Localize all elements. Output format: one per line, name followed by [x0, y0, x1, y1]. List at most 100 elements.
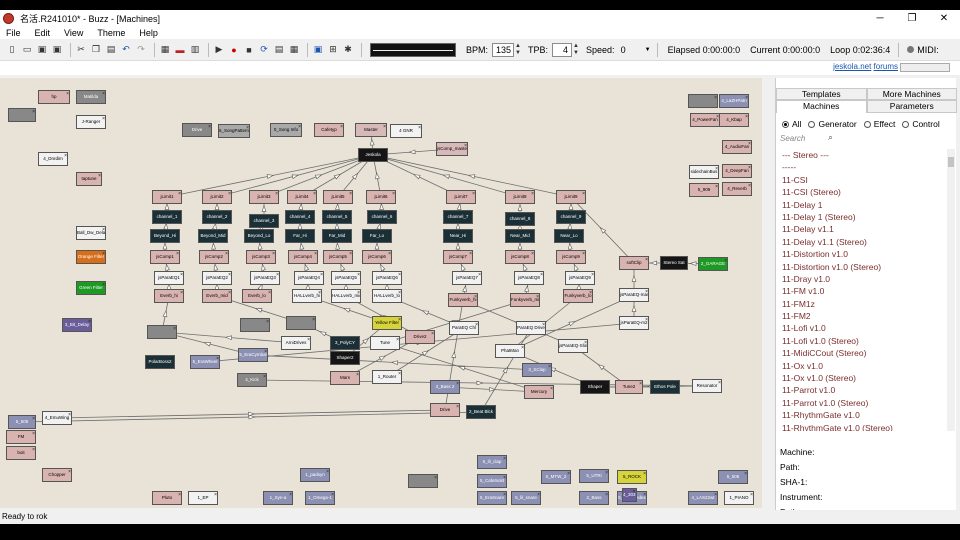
wire-arrow-icon[interactable] — [298, 202, 304, 211]
wire-arrow-icon[interactable] — [524, 284, 529, 293]
close-icon[interactable]: × — [384, 149, 387, 158]
machine-node[interactable]: Everb_lo × — [242, 289, 272, 303]
machine-node[interactable]: jLimit3 × — [249, 190, 279, 204]
close-icon[interactable]: × — [434, 475, 437, 484]
machine-node[interactable]: 5_505 × — [718, 470, 748, 484]
machine-node[interactable]: jLimit5 × — [323, 190, 353, 204]
machine-list-item[interactable]: 11-FM1z — [780, 298, 947, 310]
close-icon[interactable]: × — [531, 230, 534, 239]
wire-arrow-icon[interactable] — [476, 380, 484, 386]
machine-node[interactable]: Near_Mid × — [505, 229, 535, 243]
wire-arrow-icon[interactable] — [255, 308, 263, 313]
wire-arrow-icon[interactable] — [380, 263, 386, 272]
machine-list-item[interactable]: 11-Delay 1 (Stereo) — [780, 211, 947, 223]
wire-arrow-icon[interactable] — [631, 304, 637, 312]
wire-arrow-icon[interactable] — [408, 149, 416, 155]
machine-node[interactable]: Green Filter × — [76, 281, 106, 295]
close-icon[interactable]: × — [750, 492, 753, 501]
machine-list-item[interactable]: 11-Parrot v1.0 (Stereo) — [780, 397, 947, 409]
machine-node[interactable]: Funkyverb_hi × — [448, 293, 478, 307]
machine-node[interactable]: Far_Mid × — [322, 229, 352, 243]
copy-icon[interactable]: ❐ — [90, 44, 102, 56]
close-icon[interactable]: × — [228, 290, 231, 299]
close-icon[interactable]: × — [550, 386, 553, 395]
scrollbar-thumb[interactable] — [948, 157, 954, 167]
machine-node[interactable]: 4_LAS22wt × — [688, 491, 718, 505]
machine-list-item[interactable]: 11-FM v1.0 — [780, 285, 947, 297]
settings-icon[interactable]: ✱ — [342, 44, 354, 56]
close-icon[interactable]: × — [503, 475, 506, 484]
machine-node[interactable]: jsComp9 × — [556, 250, 586, 264]
machine-node[interactable]: 4_Dnrdim × — [38, 152, 68, 166]
open-folder-icon[interactable]: ▭ — [21, 44, 33, 56]
machine-node[interactable]: Chopper × — [42, 468, 72, 482]
paste-icon[interactable]: ▤ — [105, 44, 117, 56]
machine-node[interactable]: jsComp8 × — [505, 250, 535, 264]
machine-node[interactable]: 1_PIANO × — [724, 491, 754, 505]
machine-node[interactable]: softClip × — [619, 256, 649, 270]
machine-node[interactable]: jsParaEQ-m2 × — [619, 316, 649, 330]
machine-list-item[interactable]: 11-Lofi v1.0 — [780, 322, 947, 334]
wire-arrow-icon[interactable] — [299, 242, 305, 250]
machine-node[interactable]: × — [688, 94, 718, 108]
wire-arrow-icon[interactable] — [573, 263, 579, 272]
close-icon[interactable]: × — [102, 91, 105, 100]
machine-node[interactable]: ParaEQ Drive × — [516, 321, 546, 335]
jeskola-link[interactable]: jeskola.net — [833, 62, 871, 71]
tab-more-machines[interactable]: More Machines — [866, 88, 957, 100]
close-icon[interactable]: × — [393, 211, 396, 220]
wire-arrow-icon[interactable] — [458, 366, 466, 371]
machine-node[interactable]: jLimit4 × — [287, 190, 317, 204]
undo-icon[interactable]: ↶ — [120, 44, 132, 56]
machine-node[interactable]: jsParaEQ6 × — [372, 271, 402, 285]
machine-node[interactable]: sidechainBus × — [689, 165, 719, 179]
machine-node[interactable]: boit × — [6, 446, 36, 460]
play-icon[interactable]: ▶ — [213, 44, 225, 56]
machine-node[interactable]: 5_lil_snare × — [511, 491, 541, 505]
machine-node[interactable]: HALLverb_lo × — [372, 289, 402, 303]
machine-node[interactable]: jsParaEQ5 × — [331, 271, 361, 285]
machine-node[interactable]: 6_SongPattern × — [218, 124, 250, 138]
close-icon[interactable]: × — [633, 489, 636, 498]
close-icon[interactable]: × — [32, 109, 35, 118]
close-icon[interactable]: × — [398, 290, 401, 299]
close-icon[interactable]: × — [312, 317, 315, 326]
wire-arrow-icon[interactable] — [162, 242, 168, 250]
machine-list-item[interactable]: 11-Delay v1.1 (Stereo) — [780, 236, 947, 248]
close-icon[interactable]: × — [225, 251, 228, 260]
wire-arrow-icon[interactable] — [689, 261, 697, 266]
wire-arrow-icon[interactable] — [568, 321, 576, 327]
machine-list-item[interactable]: 11-Delay v1.1 — [780, 223, 947, 235]
machine-list-item[interactable]: --- Stereo --- — [780, 149, 947, 161]
close-icon[interactable]: × — [266, 319, 269, 328]
close-icon[interactable]: × — [714, 492, 717, 501]
close-icon[interactable]: × — [32, 447, 35, 456]
wire-arrow-icon[interactable] — [567, 242, 573, 250]
machine-node[interactable]: jsParaEQ3 × — [250, 271, 280, 285]
close-icon[interactable]: × — [531, 251, 534, 260]
close-icon[interactable]: × — [178, 191, 181, 200]
machine-node[interactable]: jsParaEQ1 × — [154, 271, 184, 285]
close-icon[interactable]: × — [178, 492, 181, 501]
machine-node[interactable]: channel_2 × — [202, 210, 232, 224]
machine-node[interactable]: Matilda × — [76, 90, 106, 104]
close-icon[interactable]: × — [276, 272, 279, 281]
machine-list-item[interactable]: 11-RhythmGate v1.0 (Stereo) — [780, 422, 947, 431]
close-icon[interactable]: × — [102, 282, 105, 291]
close-icon[interactable]: × — [582, 211, 585, 220]
machine-node[interactable]: FM × — [6, 430, 36, 444]
machine-list-item[interactable]: 11-CSI (Stereo) — [780, 186, 947, 198]
minimize-button[interactable]: ─ — [864, 10, 896, 27]
close-icon[interactable]: × — [64, 153, 67, 162]
close-icon[interactable]: × — [474, 294, 477, 303]
zoom-slider[interactable] — [900, 63, 950, 72]
close-icon[interactable]: × — [645, 289, 648, 298]
close-icon[interactable]: × — [176, 251, 179, 260]
close-icon[interactable]: × — [606, 381, 609, 390]
maximize-button[interactable]: ❐ — [896, 10, 928, 27]
machine-node[interactable]: Ethos Pole × — [650, 380, 680, 394]
wire-arrow-icon[interactable] — [390, 360, 398, 365]
machine-node[interactable]: jsComp7 × — [443, 250, 473, 264]
wire-arrow-icon[interactable] — [213, 263, 219, 271]
close-icon[interactable]: × — [464, 143, 467, 152]
